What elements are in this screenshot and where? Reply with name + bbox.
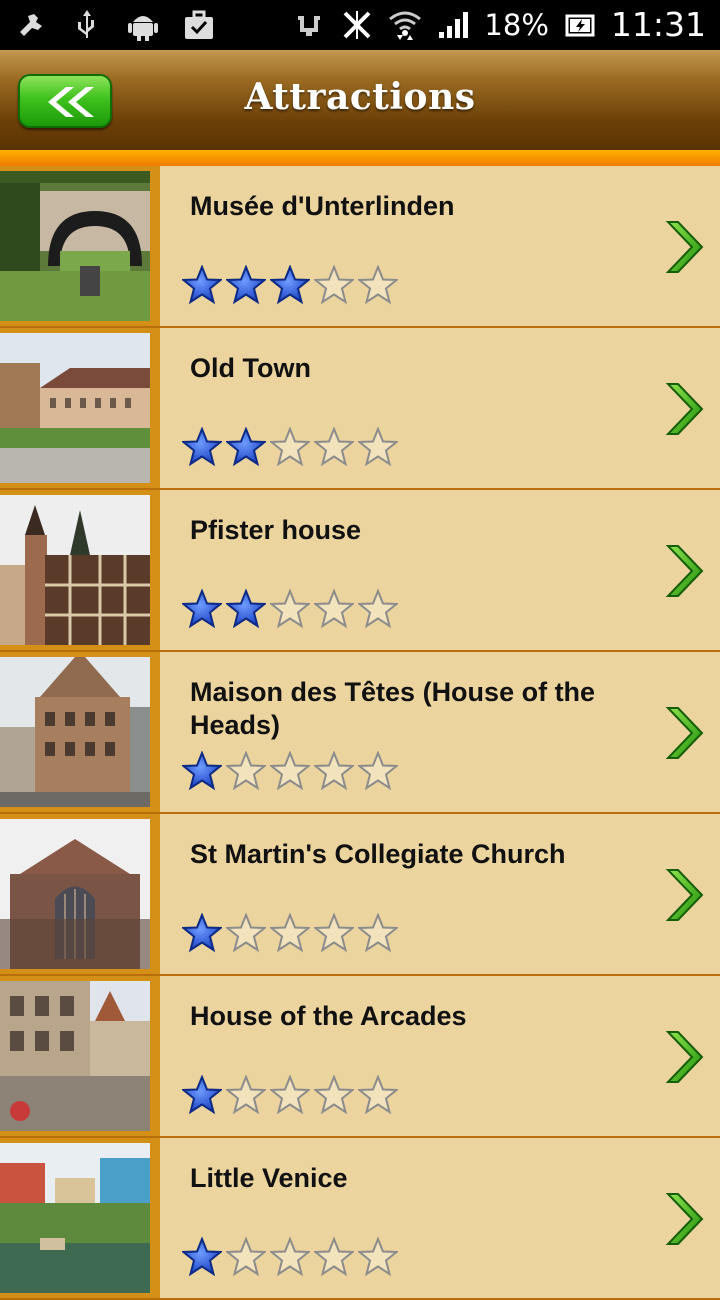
chevron-right-icon[interactable] (664, 1192, 704, 1246)
attraction-title: Little Venice (190, 1163, 348, 1193)
star-filled-icon (182, 913, 222, 953)
star-empty-icon (358, 913, 398, 953)
chevron-right-icon[interactable] (664, 382, 704, 436)
star-empty-icon (270, 589, 310, 629)
thumbnail-frame (0, 814, 160, 974)
attraction-title: Maison des Têtes (House of the Heads) (190, 677, 596, 740)
rating-stars (182, 427, 398, 467)
tools-icon (14, 8, 48, 42)
list-item[interactable]: Maison des Têtes (House of the Heads) (0, 652, 720, 814)
star-filled-icon (182, 265, 222, 305)
thumbnail-image (0, 1143, 150, 1293)
chevron-right-icon[interactable] (664, 706, 704, 760)
star-empty-icon (226, 751, 266, 791)
chevron-right-icon[interactable] (664, 220, 704, 274)
star-empty-icon (314, 913, 354, 953)
battery-percent: 18% (484, 8, 549, 42)
star-empty-icon (358, 1237, 398, 1277)
app-header: Attractions (0, 50, 720, 150)
vibrate-icon (292, 8, 326, 42)
star-filled-icon (270, 265, 310, 305)
thumbnail-frame (0, 166, 160, 326)
thumbnail-image (0, 333, 150, 483)
thumbnail-frame (0, 490, 160, 650)
thumbnail-image (0, 495, 150, 645)
star-empty-icon (270, 1075, 310, 1115)
rating-stars (182, 751, 398, 791)
star-empty-icon (270, 751, 310, 791)
attraction-title: Old Town (190, 353, 311, 383)
sync-off-icon (340, 8, 374, 42)
thumbnail-image (0, 657, 150, 807)
header-divider (0, 150, 720, 166)
android-icon (126, 8, 160, 42)
rating-stars (182, 913, 398, 953)
list-item[interactable]: Pfister house (0, 490, 720, 652)
briefcase-icon (182, 8, 216, 42)
star-empty-icon (358, 1075, 398, 1115)
star-empty-icon (358, 589, 398, 629)
signal-icon (436, 8, 470, 42)
chevron-right-icon[interactable] (664, 544, 704, 598)
star-empty-icon (270, 913, 310, 953)
star-filled-icon (226, 427, 266, 467)
star-empty-icon (314, 427, 354, 467)
thumbnail-image (0, 819, 150, 969)
list-item[interactable]: Old Town (0, 328, 720, 490)
thumbnail-frame (0, 328, 160, 488)
list-item[interactable]: House of the Arcades (0, 976, 720, 1138)
status-bar: 18% 11:31 (0, 0, 720, 50)
star-filled-icon (182, 589, 222, 629)
list-item[interactable]: Musée d'Unterlinden (0, 166, 720, 328)
star-filled-icon (182, 427, 222, 467)
page-title: Attractions (244, 76, 476, 118)
attraction-title: House of the Arcades (190, 1001, 467, 1031)
star-filled-icon (182, 751, 222, 791)
star-empty-icon (226, 913, 266, 953)
attractions-list: Musée d'Unterlinden Old Town Pfister hou… (0, 166, 720, 1300)
battery-icon (563, 8, 597, 42)
list-item[interactable]: Little Venice (0, 1138, 720, 1300)
thumbnail-frame (0, 1138, 160, 1298)
thumbnail-image (0, 981, 150, 1131)
clock: 11:31 (610, 5, 706, 44)
rating-stars (182, 265, 398, 305)
system-icons: 18% 11:31 (292, 6, 706, 44)
thumbnail-frame (0, 652, 160, 812)
star-filled-icon (182, 1075, 222, 1115)
star-empty-icon (358, 265, 398, 305)
attraction-title: Musée d'Unterlinden (190, 191, 455, 221)
star-empty-icon (314, 265, 354, 305)
chevron-right-icon[interactable] (664, 868, 704, 922)
usb-icon (70, 8, 104, 42)
rating-stars (182, 1075, 398, 1115)
star-empty-icon (314, 589, 354, 629)
rating-stars (182, 589, 398, 629)
star-empty-icon (314, 1075, 354, 1115)
attraction-title: Pfister house (190, 515, 362, 545)
notification-icons (14, 8, 216, 42)
star-empty-icon (226, 1237, 266, 1277)
star-empty-icon (270, 427, 310, 467)
star-empty-icon (314, 751, 354, 791)
star-empty-icon (226, 1075, 266, 1115)
star-empty-icon (358, 427, 398, 467)
attraction-title: St Martin's Collegiate Church (190, 839, 566, 869)
thumbnail-frame (0, 976, 160, 1136)
star-empty-icon (314, 1237, 354, 1277)
star-empty-icon (270, 1237, 310, 1277)
wifi-icon (388, 8, 422, 42)
rating-stars (182, 1237, 398, 1277)
star-filled-icon (226, 589, 266, 629)
thumbnail-image (0, 171, 150, 321)
star-filled-icon (226, 265, 266, 305)
star-filled-icon (182, 1237, 222, 1277)
chevron-right-icon[interactable] (664, 1030, 704, 1084)
list-item[interactable]: St Martin's Collegiate Church (0, 814, 720, 976)
star-empty-icon (358, 751, 398, 791)
